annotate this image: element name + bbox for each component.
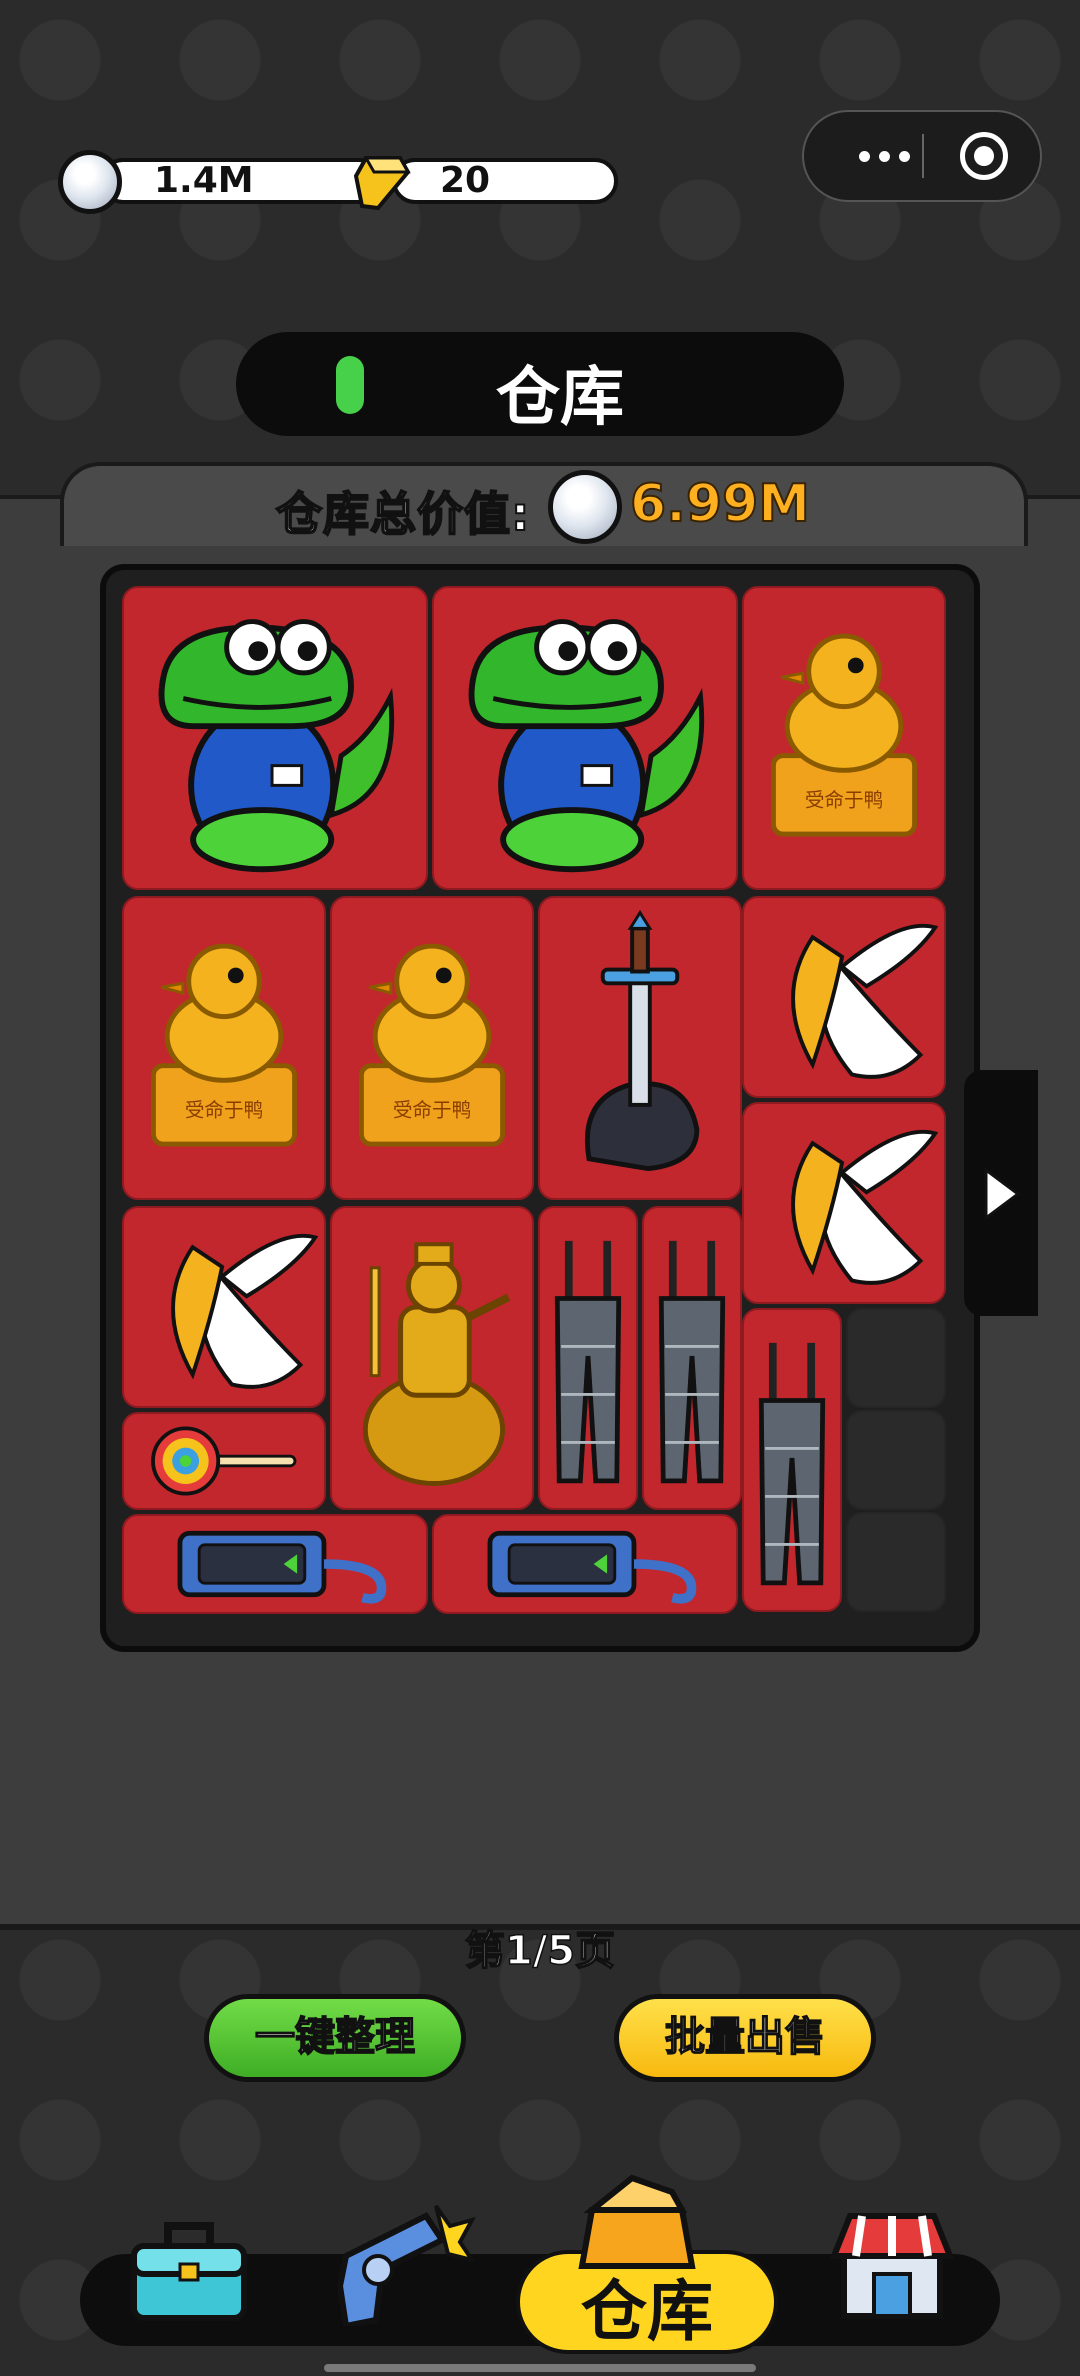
gold-currency[interactable]: 20 (352, 150, 622, 212)
target-lollipop-icon (151, 1426, 297, 1496)
golden-emperor-on-bear-icon (362, 1242, 511, 1486)
silver-coin-icon (548, 470, 622, 544)
title-bar: 仓库 (236, 332, 844, 436)
item-handheld-device[interactable] (432, 1514, 738, 1614)
item-golden-duck-seal[interactable]: 受命于鸭 (742, 586, 946, 890)
warehouse-box-icon (578, 2174, 696, 2269)
page-indicator: 第1/5页 (464, 1927, 616, 1975)
golden-duck-seal-icon: 受命于鸭 (150, 943, 298, 1147)
revolver-icon[interactable] (326, 2196, 476, 2326)
item-target-lollipop[interactable] (122, 1412, 326, 1510)
item-suspender-trousers[interactable] (642, 1206, 742, 1510)
silver-currency[interactable]: 1.4M (58, 150, 382, 214)
item-suspender-trousers[interactable] (538, 1206, 638, 1510)
empty-slot[interactable] (846, 1512, 946, 1612)
item-golden-duck-seal[interactable]: 受命于鸭 (330, 896, 534, 1200)
target-close-icon[interactable] (960, 132, 1008, 180)
organize-button[interactable]: 一键整理 (204, 1994, 466, 2082)
item-golden-emperor-on-bear[interactable] (330, 1206, 534, 1510)
empty-slot[interactable] (846, 1410, 946, 1510)
total-value-label: 仓库总价值: (275, 486, 531, 542)
more-dots-icon[interactable] (834, 112, 934, 200)
seal-inscription: 受命于鸭 (805, 789, 883, 812)
golden-duck-seal-icon: 受命于鸭 (358, 943, 506, 1147)
panel-header (60, 462, 1028, 546)
item-winged-relic[interactable] (742, 1102, 946, 1304)
item-winged-relic[interactable] (742, 896, 946, 1098)
winged-relic-icon (791, 1129, 939, 1285)
item-suspender-trousers[interactable] (742, 1308, 842, 1612)
nav-warehouse-label: 仓库 (581, 2273, 713, 2350)
bulk-sell-button[interactable]: 批量出售 (614, 1994, 876, 2082)
handheld-device-icon (487, 1530, 697, 1604)
home-indicator (324, 2364, 756, 2372)
toolbox-icon[interactable] (124, 2206, 254, 2326)
gold-bar-icon (353, 156, 411, 211)
item-handheld-device[interactable] (122, 1514, 428, 1614)
suspender-trousers-icon (658, 1240, 726, 1484)
silver-coin-icon (58, 150, 122, 214)
mini-program-capsule (802, 110, 1042, 202)
item-golden-duck-seal[interactable]: 受命于鸭 (122, 896, 326, 1200)
page-title: 仓库 (496, 361, 624, 435)
sword-in-stone-icon (584, 909, 700, 1172)
item-crocodile-mascot[interactable] (432, 586, 738, 890)
shop-icon[interactable] (822, 2204, 962, 2324)
capsule-divider (922, 134, 924, 178)
winged-relic-icon (791, 923, 939, 1079)
chevron-right-icon (984, 1167, 1021, 1221)
silver-amount: 1.4M (100, 158, 382, 204)
suspender-trousers-icon (554, 1240, 622, 1484)
item-crocodile-mascot[interactable] (122, 586, 428, 890)
empty-slot[interactable] (846, 1308, 946, 1408)
golden-duck-seal-icon: 受命于鸭 (770, 633, 918, 837)
item-winged-relic[interactable] (122, 1206, 326, 1408)
crocodile-mascot-icon (158, 619, 395, 873)
total-value: 6.99M (629, 473, 811, 535)
winged-relic-icon (171, 1233, 319, 1389)
crocodile-mascot-icon (468, 619, 705, 873)
seal-inscription: 受命于鸭 (393, 1099, 471, 1122)
inventory-grid: 受命于鸭 受命于鸭 受命于鸭 (100, 564, 980, 1652)
next-page-button[interactable] (964, 1070, 1038, 1316)
seal-inscription: 受命于鸭 (185, 1099, 263, 1122)
item-sword-in-stone[interactable] (538, 896, 742, 1200)
handheld-device-icon (177, 1530, 387, 1604)
suspender-trousers-icon (758, 1342, 826, 1586)
gold-amount: 20 (392, 158, 618, 204)
